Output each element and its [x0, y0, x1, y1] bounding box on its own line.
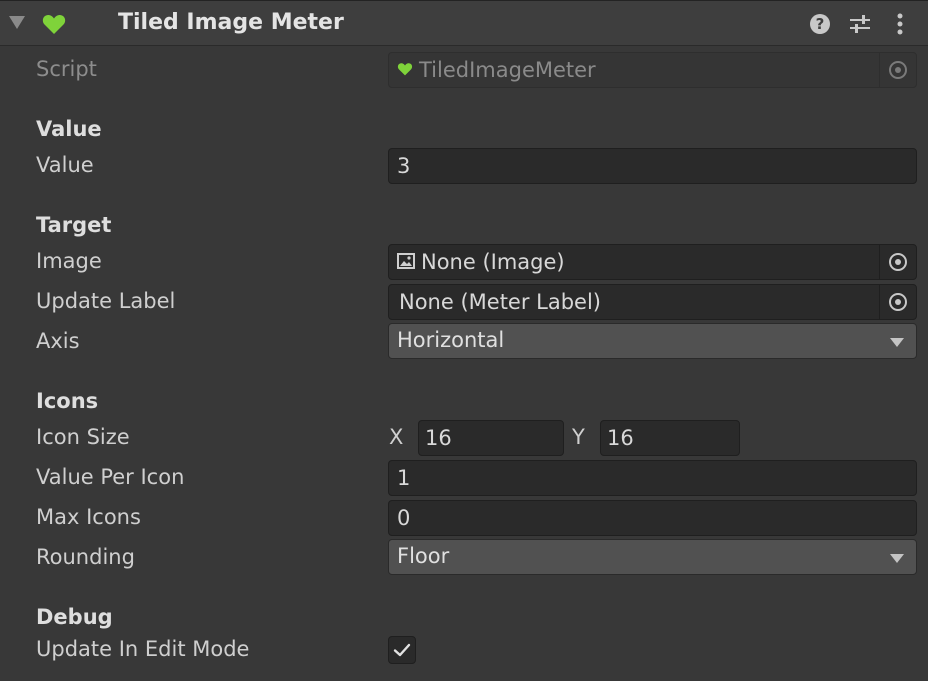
update-in-edit-mode-label: Update In Edit Mode	[36, 637, 250, 661]
rounding-label: Rounding	[36, 545, 135, 569]
component-header[interactable]: Tiled Image Meter ?	[0, 0, 928, 46]
section-header-target: Target	[36, 213, 112, 237]
image-value: None (Image)	[421, 250, 565, 274]
dropdown-arrow-icon	[890, 338, 904, 347]
component-title: Tiled Image Meter	[118, 10, 344, 35]
update-label-label: Update Label	[36, 289, 176, 313]
update-label-value: None (Meter Label)	[399, 290, 602, 314]
svg-text:?: ?	[816, 15, 825, 33]
value-input[interactable]: 3	[388, 148, 917, 184]
value-per-icon-input[interactable]: 1	[388, 460, 917, 496]
help-icon[interactable]: ?	[808, 12, 832, 36]
axis-dropdown[interactable]: Horizontal	[388, 323, 917, 359]
script-value: TiledImageMeter	[419, 58, 596, 82]
presets-sliders-icon[interactable]	[848, 12, 872, 36]
object-picker-button	[879, 53, 916, 87]
object-picker-button[interactable]	[879, 245, 916, 279]
update-in-edit-mode-checkbox[interactable]	[388, 636, 416, 664]
update-label-object-field[interactable]: None (Meter Label)	[388, 284, 917, 320]
script-label: Script	[36, 57, 97, 81]
value-label: Value	[36, 153, 94, 177]
section-header-icons: Icons	[36, 389, 99, 413]
max-icons-input[interactable]: 0	[388, 500, 917, 536]
image-label: Image	[36, 249, 102, 273]
kebab-menu-icon[interactable]	[888, 12, 912, 36]
target-icon	[889, 253, 907, 271]
section-header-debug: Debug	[36, 605, 113, 629]
image-icon	[397, 253, 415, 269]
max-icons-label: Max Icons	[36, 505, 141, 529]
icon-size-label: Icon Size	[36, 425, 130, 449]
image-object-field[interactable]: None (Image)	[388, 244, 917, 280]
axis-label: Axis	[36, 329, 80, 353]
target-icon	[889, 293, 907, 311]
icon-size-x-input[interactable]: 16	[418, 420, 564, 456]
section-header-value: Value	[36, 117, 102, 141]
checkmark-icon	[393, 643, 411, 657]
target-icon	[889, 61, 907, 79]
foldout-triangle-icon[interactable]	[9, 16, 25, 29]
object-picker-button[interactable]	[879, 285, 916, 319]
heart-icon	[397, 63, 413, 76]
value-per-icon-label: Value Per Icon	[36, 465, 185, 489]
icon-size-y-label: Y	[572, 425, 585, 449]
icon-size-y-input[interactable]: 16	[600, 420, 740, 456]
script-field: TiledImageMeter	[388, 52, 917, 88]
rounding-dropdown[interactable]: Floor	[388, 539, 917, 575]
dropdown-arrow-icon	[890, 554, 904, 563]
heart-icon	[42, 14, 66, 34]
axis-value: Horizontal	[397, 328, 505, 352]
icon-size-x-label: X	[389, 425, 404, 449]
rounding-value: Floor	[397, 544, 450, 568]
